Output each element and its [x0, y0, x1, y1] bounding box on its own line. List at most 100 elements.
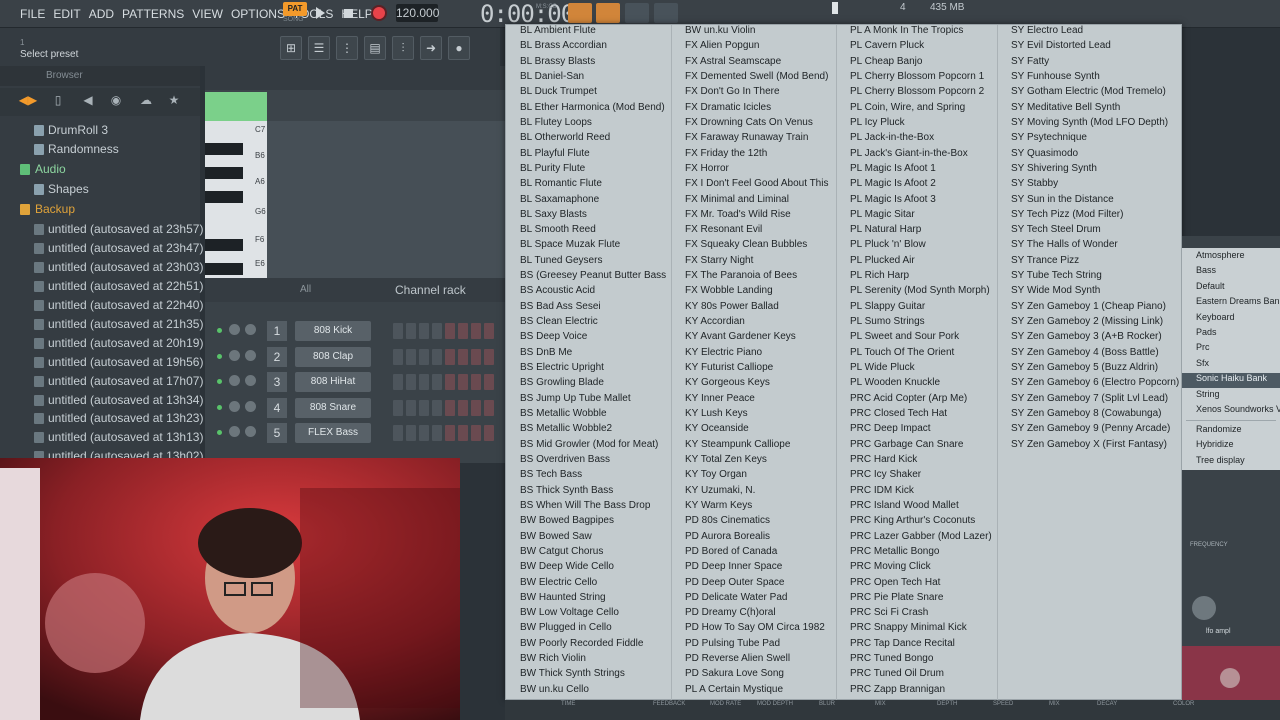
preset-menu-item[interactable]: PRC Lazer Gabber (Mod Lazer): [850, 531, 992, 546]
pan-knob[interactable]: [229, 324, 240, 335]
preset-menu-item[interactable]: BS Metallic Wobble2: [520, 423, 612, 438]
preset-menu-item[interactable]: PL Jack-in-the-Box: [850, 132, 934, 147]
channel-mute-led[interactable]: [217, 328, 222, 333]
channel-row[interactable]: 3 808 HiHat: [205, 371, 505, 393]
pan-knob[interactable]: [229, 375, 240, 387]
black-key[interactable]: [205, 263, 243, 275]
browser-icon[interactable]: ▤: [364, 36, 386, 60]
preset-menu-item[interactable]: KY Uzumaki, N.: [685, 485, 755, 500]
step-button[interactable]: [393, 399, 403, 416]
preset-menu-item[interactable]: PRC Zapp Brannigan: [850, 684, 945, 699]
step-button[interactable]: [432, 399, 442, 416]
preset-menu-item[interactable]: BL Ether Harmonica (Mod Bend): [520, 102, 665, 117]
preset-menu-item[interactable]: PD Deep Inner Space: [685, 561, 782, 576]
channel-mute-led[interactable]: [217, 353, 222, 359]
preset-menu-item[interactable]: BW Electric Cello: [520, 577, 597, 592]
preset-menu-item[interactable]: PL Magic Is Afoot 1: [850, 163, 936, 178]
preset-menu-item[interactable]: PRC Closed Tech Hat: [850, 408, 947, 423]
preset-menu-item[interactable]: SY Gotham Electric (Mod Tremelo): [1011, 86, 1166, 101]
preset-menu-item[interactable]: KY Total Zen Keys: [685, 454, 767, 469]
preset-menu-item[interactable]: SY Funhouse Synth: [1011, 71, 1100, 86]
preset-menu-item[interactable]: PD Sakura Love Song: [685, 668, 784, 683]
step-edit-icon[interactable]: [596, 3, 620, 23]
menu-edit[interactable]: EDIT: [53, 7, 80, 21]
preset-menu-item[interactable]: SY Meditative Bell Synth: [1011, 102, 1120, 117]
channel-mute-led[interactable]: [217, 430, 222, 436]
step-button[interactable]: [445, 425, 455, 442]
step-button[interactable]: [471, 348, 481, 365]
step-button[interactable]: [419, 374, 429, 391]
preset-menu-item[interactable]: SY Evil Distorted Lead: [1011, 40, 1111, 55]
preset-menu-item[interactable]: SY Tube Tech String: [1011, 270, 1102, 285]
mixer-track-number[interactable]: 1: [267, 321, 287, 341]
step-button[interactable]: [419, 425, 429, 442]
preset-menu-item[interactable]: FX Dramatic Icicles: [685, 102, 771, 117]
step-button[interactable]: [393, 348, 403, 365]
preset-menu-item[interactable]: SY Electro Lead: [1011, 25, 1083, 40]
preset-menu-item[interactable]: BS Overdriven Bass: [520, 454, 610, 469]
step-button[interactable]: [458, 323, 468, 339]
preset-menu-item[interactable]: SY Zen Gameboy 9 (Penny Arcade): [1011, 423, 1170, 438]
preset-menu-item[interactable]: PD Dreamy C(h)oral: [685, 607, 776, 622]
preset-menu-item[interactable]: PL Jack's Giant-in-the-Box: [850, 148, 968, 163]
step-button[interactable]: [419, 399, 429, 416]
preset-menu-item[interactable]: PD Deep Outer Space: [685, 577, 785, 592]
preset-menu-item[interactable]: PD Pulsing Tube Pad: [685, 638, 780, 653]
step-button[interactable]: [406, 348, 416, 365]
step-button[interactable]: [484, 425, 494, 442]
preset-menu-item[interactable]: SY Zen Gameboy 6 (Electro Popcorn): [1011, 377, 1179, 392]
preset-menu-item[interactable]: KY Steampunk Calliope: [685, 439, 790, 454]
browser-item[interactable]: untitled (autosaved at 13h34): [0, 391, 203, 410]
browser-item[interactable]: untitled (autosaved at 21h35): [0, 315, 203, 334]
preset-menu-item[interactable]: PL A Certain Mystique: [685, 684, 783, 699]
bank-menu-item[interactable]: Keyboard: [1196, 312, 1235, 327]
preset-menu-item[interactable]: PRC Deep Impact: [850, 423, 931, 438]
preset-menu-item[interactable]: PL Sweet and Sour Pork: [850, 331, 959, 346]
preset-menu-item[interactable]: PRC Hard Kick: [850, 454, 917, 469]
preset-menu-item[interactable]: FX I Don't Feel Good About This: [685, 178, 828, 193]
pan-knob[interactable]: [229, 349, 240, 361]
preset-menu-item[interactable]: BS Electric Upright: [520, 362, 604, 377]
preset-menu-item[interactable]: KY Avant Gardener Keys: [685, 331, 796, 346]
mixer-track-number[interactable]: 3: [267, 372, 287, 393]
preset-menu-item[interactable]: PRC Pie Plate Snare: [850, 592, 943, 607]
preset-menu-item[interactable]: BS Acoustic Acid: [520, 285, 595, 300]
preset-menu-item[interactable]: BL Brassy Blasts: [520, 56, 595, 71]
preset-menu-item[interactable]: FX Faraway Runaway Train: [685, 132, 808, 147]
preset-menu-item[interactable]: SY Zen Gameboy 7 (Split Lvl Lead): [1011, 393, 1168, 408]
preset-menu-item[interactable]: BW un.ku Violin: [685, 25, 755, 40]
cloud-icon[interactable]: ☁: [136, 93, 156, 111]
preset-menu-item[interactable]: PL Coin, Wire, and Spring: [850, 102, 965, 117]
bank-menu-action[interactable]: Randomize: [1196, 424, 1242, 439]
preset-menu-item[interactable]: PD Reverse Alien Swell: [685, 653, 790, 668]
preset-menu-item[interactable]: PL Rich Harp: [850, 270, 909, 285]
preset-menu-item[interactable]: BS Deep Voice: [520, 331, 587, 346]
preset-menu-item[interactable]: BS Bad Ass Sesei: [520, 301, 601, 316]
preset-menu-item[interactable]: SY Trance Pizz: [1011, 255, 1079, 270]
step-button[interactable]: [458, 348, 468, 365]
plugin-picker-icon[interactable]: ➜: [420, 36, 442, 60]
tempo-field[interactable]: 120.000: [396, 4, 439, 22]
preset-menu-item[interactable]: SY Wide Mod Synth: [1011, 285, 1100, 300]
channel-filter[interactable]: All: [300, 284, 311, 295]
step-button[interactable]: [484, 323, 494, 339]
bank-menu-item[interactable]: Sonic Haiku Bank: [1182, 373, 1280, 389]
preset-menu-item[interactable]: BL Flutey Loops: [520, 117, 592, 132]
preset-menu-item[interactable]: BL Tuned Geysers: [520, 255, 602, 270]
preset-menu-item[interactable]: BS When Will The Bass Drop: [520, 500, 650, 515]
preset-menu-item[interactable]: KY Toy Organ: [685, 469, 747, 484]
preset-menu-item[interactable]: PL Magic Is Afoot 3: [850, 194, 936, 209]
browser-item[interactable]: untitled (autosaved at 23h03): [0, 258, 203, 277]
pattern-mode-toggle[interactable]: PAT: [283, 2, 307, 16]
preset-menu-item[interactable]: BW Bowed Saw: [520, 531, 592, 546]
preset-menu-item[interactable]: BS Metallic Wobble: [520, 408, 607, 423]
preset-menu-item[interactable]: BW Catgut Chorus: [520, 546, 603, 561]
preset-menu-item[interactable]: PL Touch Of The Orient: [850, 347, 954, 362]
preset-menu-item[interactable]: BL Saxamaphone: [520, 194, 599, 209]
preset-menu-item[interactable]: PL Magic Sitar: [850, 209, 915, 224]
preset-menu-item[interactable]: SY Tech Steel Drum: [1011, 224, 1101, 239]
step-button[interactable]: [484, 374, 494, 391]
preset-menu-item[interactable]: FX Friday the 12th: [685, 148, 767, 163]
step-button[interactable]: [406, 374, 416, 391]
microphone-icon[interactable]: ●: [448, 36, 470, 60]
